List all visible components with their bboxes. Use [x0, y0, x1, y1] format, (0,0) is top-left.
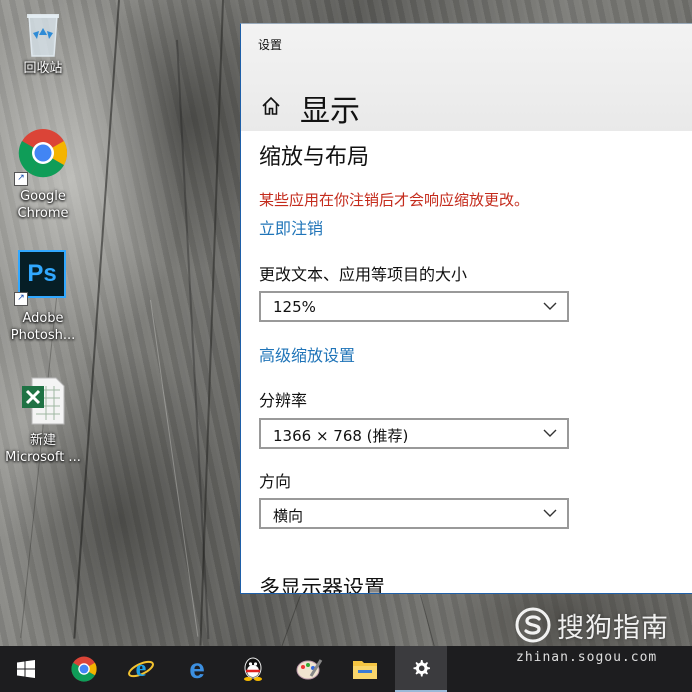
- shortcut-arrow-icon: ↗: [14, 292, 28, 306]
- settings-window: 设置 显示 缩放与布局 某些应用在你注销后才会响应缩放更改。 立即注销 更改文本…: [240, 23, 692, 594]
- shortcut-arrow-icon: ↗: [14, 172, 28, 186]
- recycle-bin-icon: [21, 6, 65, 60]
- taskbar-chrome[interactable]: [58, 646, 110, 692]
- taskbar-qq[interactable]: [227, 646, 279, 692]
- desktop-icon-photoshop[interactable]: Ps ↗ Adobe Photosh...: [0, 250, 86, 344]
- sogou-logo-icon: [515, 607, 551, 643]
- desktop-icon-excel-file[interactable]: 新建 Microsoft ...: [0, 376, 86, 466]
- desktop-icon-chrome[interactable]: ↗ Google Chrome: [0, 128, 86, 222]
- chevron-down-icon: [543, 429, 557, 437]
- taskbar-internet-explorer[interactable]: e: [115, 646, 167, 692]
- orientation-value: 横向: [273, 507, 304, 525]
- taskbar-paint[interactable]: [283, 646, 335, 692]
- desktop-icon-label: 回收站: [23, 61, 63, 76]
- ps-badge: Ps: [18, 250, 66, 298]
- taskbar-file-explorer[interactable]: [339, 646, 391, 692]
- start-button[interactable]: [0, 646, 52, 692]
- chevron-down-icon: [543, 509, 557, 517]
- resolution-value: 1366 × 768 (推荐): [273, 427, 409, 445]
- settings-gear-icon: [413, 660, 430, 677]
- section-title-scale-layout: 缩放与布局: [259, 145, 370, 170]
- sign-out-warning: 某些应用在你注销后才会响应缩放更改。: [259, 191, 530, 209]
- chrome-icon: ↗: [14, 128, 68, 186]
- taskbar-edge[interactable]: e: [171, 646, 223, 692]
- desktop-icon-label: 新建 Microsoft ...: [5, 433, 81, 465]
- start-icon: [17, 660, 35, 678]
- edge-icon: e: [189, 656, 205, 682]
- orientation-label: 方向: [259, 472, 292, 491]
- paint-icon: [296, 659, 323, 680]
- window-title: 设置: [258, 38, 283, 52]
- scale-label: 更改文本、应用等项目的大小: [259, 265, 468, 284]
- scale-value: 125%: [273, 298, 316, 316]
- orientation-dropdown[interactable]: 横向: [259, 498, 569, 529]
- excel-file-icon: [20, 376, 66, 426]
- home-icon[interactable]: [261, 96, 281, 116]
- file-explorer-icon: [353, 661, 377, 679]
- desktop-icon-recycle-bin[interactable]: 回收站: [0, 6, 86, 77]
- chrome-icon: [71, 656, 97, 682]
- svg-text:e: e: [136, 656, 147, 682]
- svg-text:e: e: [189, 656, 205, 682]
- resolution-dropdown[interactable]: 1366 × 768 (推荐): [259, 418, 569, 449]
- desktop-icon-label: Adobe Photosh...: [10, 311, 76, 343]
- multi-display-title: 多显示器设置: [259, 576, 385, 594]
- resolution-label: 分辨率: [259, 391, 308, 410]
- photoshop-icon: Ps ↗: [14, 250, 68, 306]
- page-title: 显示: [300, 94, 360, 129]
- scale-dropdown[interactable]: 125%: [259, 291, 569, 322]
- desktop-icon-label: Google Chrome: [17, 189, 69, 221]
- watermark-brand: 搜狗指南: [557, 613, 669, 644]
- watermark-url: zhinan.sogou.com: [516, 650, 658, 665]
- taskbar: e e zhinan.sogou.com: [0, 646, 692, 692]
- taskbar-settings[interactable]: [395, 646, 447, 692]
- sign-out-link[interactable]: 立即注销: [259, 215, 323, 239]
- qq-icon: [244, 657, 262, 681]
- chevron-down-icon: [543, 302, 557, 310]
- advanced-scaling-link[interactable]: 高级缩放设置: [259, 342, 355, 366]
- internet-explorer-icon: e: [128, 656, 154, 682]
